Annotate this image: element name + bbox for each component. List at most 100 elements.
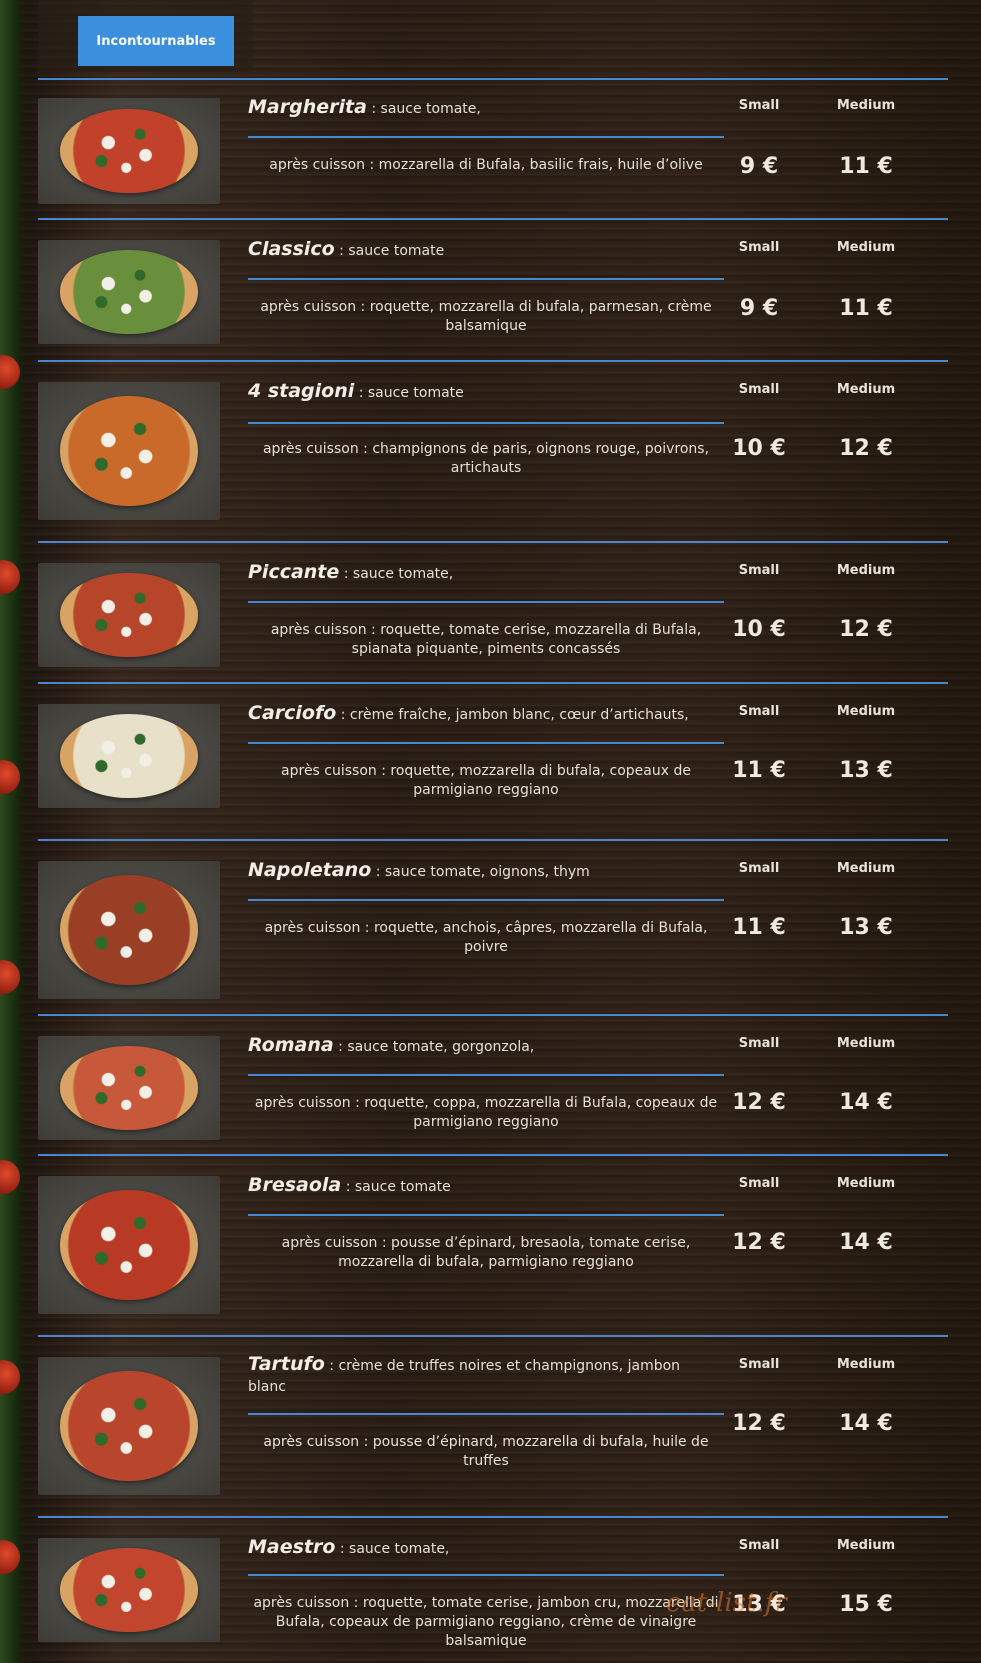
size-label-medium: Medium [836,1357,896,1372]
price-medium: 14 € [839,1411,893,1436]
tomato-decoration [0,560,20,594]
size-label-medium: Medium [836,382,896,397]
pizza-image [59,395,199,507]
tomato-decoration [0,355,20,389]
price-small: 9 € [739,296,779,321]
tomato-decoration [0,1160,20,1194]
pizza-title: 4 stagioni : sauce tomate [248,380,464,402]
size-label-medium: Medium [836,563,896,578]
tomato-decoration [0,1360,20,1394]
watermark: eat-list.fr [666,1588,787,1618]
price-medium: 14 € [839,1230,893,1255]
pizza-name: Classico [248,238,335,260]
pizza-image [59,874,199,986]
pizza-base: : sauce tomate [341,1179,451,1195]
after-cooking-toppings: après cuisson : roquette, mozzarella di … [281,763,691,798]
pizza-base: : sauce tomate, [339,566,454,582]
after-cooking-toppings: après cuisson : roquette, tomate cerise,… [270,622,702,657]
price-small: 9 € [739,154,779,179]
pizza-name: Carciofo [248,702,337,724]
pizza-image [59,1370,199,1482]
size-label-medium: Medium [836,704,896,719]
pizza-base: : sauce tomate, [335,1541,450,1557]
pizza-base: : sauce tomate, oignons, thym [371,864,590,880]
after-cooking-toppings: après cuisson : pousse d’épinard, mozzar… [263,1434,709,1469]
tab-incontournables[interactable]: Incontournables [78,16,234,66]
pizza-title: Maestro : sauce tomate, [248,1536,449,1558]
size-label-small: Small [738,704,780,719]
pizza-photo [38,563,220,667]
background-vegetables [0,0,26,1663]
size-label-medium: Medium [836,1176,896,1191]
after-cooking-toppings: après cuisson : champignons de paris, oi… [262,441,710,476]
price-medium: 12 € [839,436,893,461]
size-label-medium: Medium [836,1036,896,1051]
price-medium: 11 € [839,296,893,321]
divider [248,1574,724,1576]
divider [38,1154,948,1156]
size-label-medium: Medium [836,861,896,876]
pizza-photo [38,1538,220,1642]
divider [248,601,724,603]
after-cooking-toppings: après cuisson : roquette, tomate cerise,… [253,1595,719,1649]
pizza-name: Maestro [248,1536,336,1558]
divider [248,1413,724,1415]
divider [248,1074,724,1076]
divider [248,899,724,901]
after-cooking-toppings: après cuisson : mozzarella di Bufala, ba… [269,157,703,173]
price-small: 11 € [732,915,786,940]
divider [38,78,948,80]
size-label-small: Small [738,382,780,397]
pizza-image [59,714,199,798]
price-medium: 13 € [839,758,893,783]
size-label-medium: Medium [836,240,896,255]
pizza-image [59,1548,199,1632]
pizza-title: Napoletano : sauce tomate, oignons, thym [248,859,590,881]
pizza-base: : sauce tomate [334,243,445,259]
pizza-title: Tartufo : crème de truffes noires et cha… [248,1355,688,1397]
pizza-image [59,1189,199,1301]
price-small: 10 € [732,617,786,642]
pizza-photo [38,240,220,344]
divider [38,360,948,362]
divider [248,742,724,744]
size-label-small: Small [738,1176,780,1191]
pizza-photo [38,98,220,204]
pizza-title: Romana : sauce tomate, gorgonzola, [248,1034,534,1056]
divider [38,1335,948,1337]
price-medium: 13 € [839,915,893,940]
after-cooking-toppings: après cuisson : pousse d’épinard, bresao… [281,1235,691,1270]
size-label-medium: Medium [836,98,896,113]
pizza-name: Napoletano [248,859,372,881]
pizza-title: Margherita : sauce tomate, [248,96,481,118]
pizza-image [59,573,199,657]
pizza-base: : sauce tomate [354,385,464,401]
pizza-photo [38,704,220,808]
divider [38,1516,948,1518]
tomato-decoration [0,760,20,794]
pizza-title: Classico : sauce tomate [248,238,444,260]
pizza-photo [38,1036,220,1140]
price-medium: 12 € [839,617,893,642]
pizza-photo [38,382,220,520]
size-label-small: Small [738,563,780,578]
pizza-title: Bresaola : sauce tomate [248,1174,451,1196]
pizza-title: Piccante : sauce tomate, [248,561,453,583]
size-label-small: Small [738,240,780,255]
pizza-name: Bresaola [248,1174,342,1196]
divider [38,218,948,220]
size-label-small: Small [738,1357,780,1372]
price-small: 12 € [732,1411,786,1436]
pizza-photo [38,1176,220,1314]
price-small: 11 € [732,758,786,783]
price-medium: 11 € [839,154,893,179]
pizza-image [59,1046,199,1130]
size-label-small: Small [738,1538,780,1553]
divider [248,278,724,280]
price-small: 12 € [732,1090,786,1115]
divider [248,1214,724,1216]
pizza-base: : crème fraîche, jambon blanc, cœur d’ar… [336,707,689,723]
divider [38,541,948,543]
pizza-base: : sauce tomate, gorgonzola, [333,1039,535,1055]
pizza-name: 4 stagioni [248,380,355,402]
